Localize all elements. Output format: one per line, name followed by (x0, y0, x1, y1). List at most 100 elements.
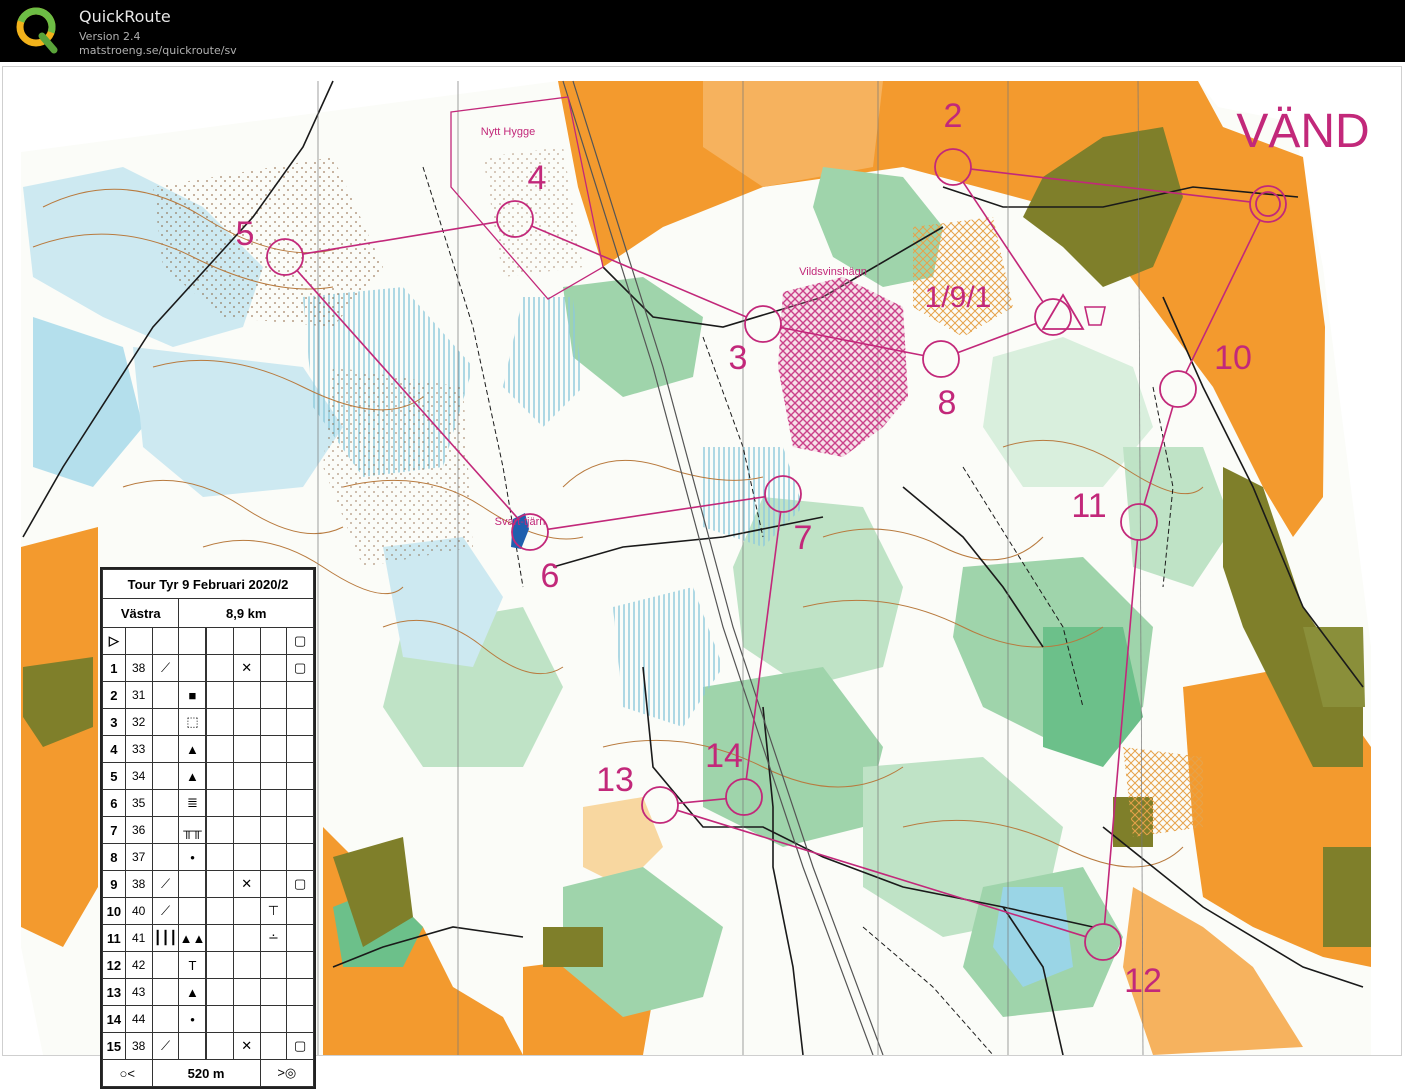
window-titlebar: QuickRoute Version 2.4 matstroeng.se/qui… (0, 0, 1405, 62)
description-row: 3 32 ⬚ (102, 708, 314, 736)
water-station-icon: ▢ (286, 627, 314, 655)
turn-label: VÄND (1236, 105, 1369, 158)
description-symbol (178, 654, 207, 682)
control-number-label: 10 (1214, 339, 1252, 377)
description-symbol (151, 1005, 180, 1033)
description-symbol: ▲ (178, 762, 207, 790)
control-description-sheet: Tour Tyr 9 Februari 2020/2 Västra 8,9 km… (100, 567, 316, 1089)
description-symbol: ╥╥ (178, 816, 207, 844)
description-row: 15 38 ⟋ ✕ ▢ (102, 1032, 314, 1060)
description-symbol (286, 978, 314, 1006)
description-symbol: ┃┃┃ (151, 924, 180, 952)
description-symbol (206, 870, 234, 898)
description-symbol (151, 789, 180, 817)
control-number: 8 (102, 843, 126, 871)
description-row: 12 42 T (102, 951, 314, 979)
description-symbol (206, 924, 234, 952)
place-label-nytt-hygge: Nytt Hygge (481, 126, 535, 138)
control-number-label: 13 (596, 761, 634, 799)
description-symbol: ▢ (286, 870, 314, 898)
control-number-label: 12 (1124, 962, 1162, 1000)
finish-left-icon: ○< (102, 1059, 153, 1087)
description-symbol (286, 789, 314, 817)
description-symbol: • (178, 843, 207, 871)
control-number: 3 (102, 708, 126, 736)
description-symbol (286, 681, 314, 709)
description-symbol (259, 789, 288, 817)
description-row: 7 36 ╥╥ (102, 816, 314, 844)
description-symbol (206, 789, 234, 817)
description-symbol (232, 762, 261, 790)
description-symbol (259, 654, 288, 682)
course-title: Tour Tyr 9 Februari 2020/2 (102, 569, 314, 599)
description-symbol (232, 924, 261, 952)
control-number-label: 6 (541, 557, 560, 595)
description-symbol: ⟋ (151, 870, 180, 898)
control-number-label: 1/9/1 (925, 281, 992, 314)
description-symbol (151, 843, 180, 871)
description-symbol (151, 708, 180, 736)
description-symbol: ∸ (259, 924, 288, 952)
description-symbol (286, 924, 314, 952)
description-symbol (206, 816, 234, 844)
finish-right-icon: >◎ (259, 1059, 315, 1087)
control-number: 6 (102, 789, 126, 817)
description-row: 6 35 ≣ (102, 789, 314, 817)
description-symbol: ■ (178, 681, 207, 709)
control-code: 43 (124, 978, 153, 1006)
control-number: 15 (102, 1032, 126, 1060)
control-number: 9 (102, 870, 126, 898)
description-symbol (259, 1005, 288, 1033)
app-url[interactable]: matstroeng.se/quickroute/sv (79, 44, 237, 58)
app-version: Version 2.4 (79, 30, 141, 43)
map-viewport[interactable]: 1/9/1 2 3 4 5 6 7 8 10 11 12 13 14 VÄND Nytt Hygge Vild… (2, 66, 1402, 1089)
description-symbol (232, 708, 261, 736)
app-version-info: Version 2.4 matstroeng.se/quickroute/sv (79, 30, 237, 58)
control-number: 1 (102, 654, 126, 682)
control-number: 10 (102, 897, 126, 925)
description-rows: 1 38 ⟋ ✕ ▢ 2 31 ■ 3 32 ⬚ 4 33 ▲ 5 34 ▲ 6 35 ≣ 7 36 ╥╥ 8 37 • 9 38 ⟋ ✕… (102, 654, 314, 1060)
control-code: 32 (124, 708, 153, 736)
description-symbol: ▲ (178, 735, 207, 763)
description-row: 2 31 ■ (102, 681, 314, 709)
control-code: 31 (124, 681, 153, 709)
description-row: 11 41 ┃┃┃ ▲▲ ∸ (102, 924, 314, 952)
description-symbol (206, 708, 234, 736)
finish-distance: 520 m (151, 1059, 261, 1087)
description-symbol: ⟋ (151, 654, 180, 682)
description-symbol (178, 1032, 207, 1060)
description-symbol (232, 681, 261, 709)
description-symbol (178, 897, 207, 925)
description-symbol (232, 978, 261, 1006)
description-symbol (259, 762, 288, 790)
description-symbol (286, 897, 314, 925)
control-number-label: 2 (944, 97, 963, 135)
control-code: 38 (124, 870, 153, 898)
control-code: 33 (124, 735, 153, 763)
control-number: 4 (102, 735, 126, 763)
control-number: 14 (102, 1005, 126, 1033)
description-symbol: ≣ (178, 789, 207, 817)
description-symbol (206, 897, 234, 925)
control-code: 38 (124, 1032, 153, 1060)
description-symbol: ✕ (232, 870, 261, 898)
description-symbol: ⟋ (151, 897, 180, 925)
control-code: 36 (124, 816, 153, 844)
description-symbol (151, 816, 180, 844)
description-table: Tour Tyr 9 Februari 2020/2 Västra 8,9 km… (101, 569, 315, 1087)
control-number: 13 (102, 978, 126, 1006)
description-row: 1 38 ⟋ ✕ ▢ (102, 654, 314, 682)
description-row: 9 38 ⟋ ✕ ▢ (102, 870, 314, 898)
description-symbol (286, 708, 314, 736)
description-symbol: T (178, 951, 207, 979)
control-code: 42 (124, 951, 153, 979)
description-symbol (206, 978, 234, 1006)
description-symbol (259, 816, 288, 844)
control-number-label: 11 (1071, 487, 1106, 525)
description-symbol (259, 870, 288, 898)
description-row: 8 37 • (102, 843, 314, 871)
place-label-vildsvinshagn: Vildsvinshägn (799, 266, 867, 278)
description-symbol: ⊤ (259, 897, 288, 925)
control-code: 44 (124, 1005, 153, 1033)
description-symbol (286, 816, 314, 844)
